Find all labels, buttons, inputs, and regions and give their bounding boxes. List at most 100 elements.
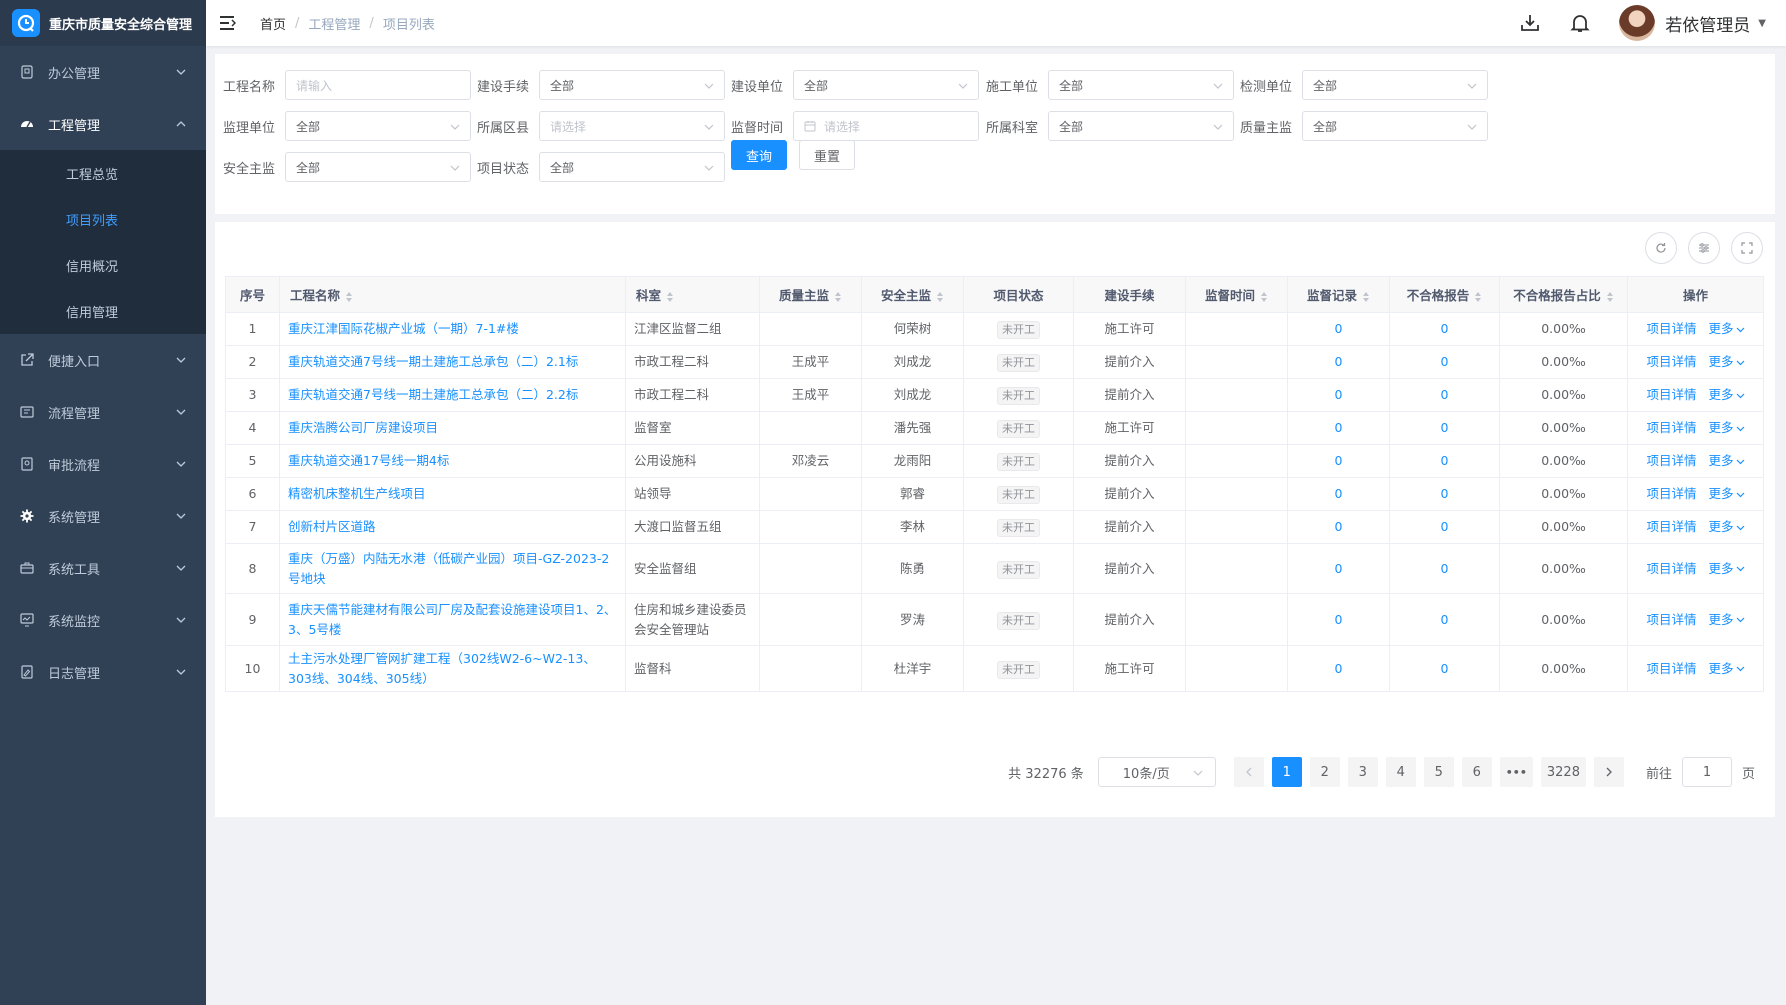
filter-select[interactable]: 全部	[1302, 111, 1488, 141]
failed-reports-link[interactable]: 0	[1441, 387, 1449, 402]
project-name-link[interactable]: 创新村片区道路	[288, 519, 376, 534]
project-name-link[interactable]: 重庆浩腾公司厂房建设项目	[288, 420, 438, 435]
sort-icon[interactable]	[1260, 291, 1268, 303]
sidebar-item[interactable]: 审批流程	[0, 438, 206, 490]
sort-icon[interactable]	[1474, 291, 1482, 303]
column-header[interactable]: 质量主监	[759, 276, 862, 313]
column-header[interactable]: 监督时间	[1185, 276, 1288, 313]
prev-page-button[interactable]	[1233, 757, 1264, 787]
sort-icon[interactable]	[345, 291, 353, 303]
project-detail-link[interactable]: 项目详情	[1646, 519, 1696, 534]
failed-reports-link[interactable]: 0	[1441, 612, 1449, 627]
user-avatar[interactable]	[1619, 5, 1656, 41]
more-actions-dropdown[interactable]: 更多	[1709, 354, 1745, 369]
records-count-link[interactable]: 0	[1335, 661, 1343, 676]
failed-reports-link[interactable]: 0	[1441, 354, 1449, 369]
records-count-link[interactable]: 0	[1335, 321, 1343, 336]
column-header[interactable]: 监督记录	[1287, 276, 1390, 313]
page-number-button[interactable]: 5	[1423, 757, 1454, 787]
column-header[interactable]: 不合格报告占比	[1499, 276, 1628, 313]
project-detail-link[interactable]: 项目详情	[1646, 561, 1696, 576]
sidebar-item[interactable]: 系统管理	[0, 490, 206, 542]
project-detail-link[interactable]: 项目详情	[1646, 420, 1696, 435]
more-actions-dropdown[interactable]: 更多	[1709, 519, 1745, 534]
fullscreen-icon[interactable]	[1731, 232, 1763, 264]
sidebar-item[interactable]: 系统监控	[0, 594, 206, 646]
hamburger-menu-icon[interactable]	[220, 14, 238, 32]
next-page-button[interactable]	[1593, 757, 1624, 787]
records-count-link[interactable]: 0	[1335, 420, 1343, 435]
column-header[interactable]: 不合格报告	[1389, 276, 1500, 313]
project-name-link[interactable]: 重庆天儒节能建材有限公司厂房及配套设施建设项目1、2、3、5号楼	[288, 602, 616, 637]
goto-page-input[interactable]: 1	[1681, 757, 1732, 787]
project-detail-link[interactable]: 项目详情	[1646, 612, 1696, 627]
page-number-button[interactable]: 6	[1461, 757, 1492, 787]
filter-select[interactable]: 全部	[539, 70, 725, 100]
failed-reports-link[interactable]: 0	[1441, 661, 1449, 676]
more-actions-dropdown[interactable]: 更多	[1709, 561, 1745, 576]
column-header[interactable]: 工程名称	[279, 276, 626, 313]
project-detail-link[interactable]: 项目详情	[1646, 354, 1696, 369]
more-actions-dropdown[interactable]: 更多	[1709, 486, 1745, 501]
filter-select[interactable]: 全部	[793, 70, 979, 100]
failed-reports-link[interactable]: 0	[1441, 519, 1449, 534]
download-icon[interactable]	[1519, 12, 1541, 34]
failed-reports-link[interactable]: 0	[1441, 321, 1449, 336]
column-header[interactable]: 安全主监	[861, 276, 964, 313]
more-actions-dropdown[interactable]: 更多	[1709, 387, 1745, 402]
page-number-button[interactable]: 4	[1385, 757, 1416, 787]
records-count-link[interactable]: 0	[1335, 561, 1343, 576]
failed-reports-link[interactable]: 0	[1441, 453, 1449, 468]
records-count-link[interactable]: 0	[1335, 519, 1343, 534]
breadcrumb-project-mgmt[interactable]: 工程管理	[308, 14, 360, 33]
filter-select[interactable]: 全部	[1048, 111, 1234, 141]
filter-select[interactable]: 请选择	[539, 111, 725, 141]
query-button[interactable]: 查询	[731, 140, 787, 170]
filter-select[interactable]: 全部	[285, 111, 471, 141]
project-name-link[interactable]: 重庆轨道交通17号线一期4标	[288, 453, 449, 468]
bell-icon[interactable]	[1569, 12, 1591, 34]
refresh-icon[interactable]	[1645, 232, 1677, 264]
page-number-button[interactable]: 3	[1347, 757, 1378, 787]
project-detail-link[interactable]: 项目详情	[1646, 453, 1696, 468]
reset-button[interactable]: 重置	[799, 140, 855, 170]
sort-icon[interactable]	[834, 291, 842, 303]
more-pages-button[interactable]: •••	[1499, 757, 1533, 787]
sort-icon[interactable]	[1606, 291, 1614, 303]
filter-date-picker[interactable]: 请选择	[793, 111, 979, 141]
project-name-link[interactable]: 土主污水处理厂管网扩建工程（302线W2-6~W2-13、303线、304线、3…	[288, 651, 596, 686]
project-name-link[interactable]: 重庆江津国际花椒产业城（一期）7-1#楼	[288, 321, 519, 336]
sidebar-subitem[interactable]: 工程总览	[0, 150, 206, 196]
filter-select[interactable]: 全部	[285, 152, 471, 182]
more-actions-dropdown[interactable]: 更多	[1709, 612, 1745, 627]
project-detail-link[interactable]: 项目详情	[1646, 321, 1696, 336]
filter-input[interactable]: 请输入	[285, 70, 471, 100]
page-size-select[interactable]: 10条/页	[1097, 757, 1216, 787]
more-actions-dropdown[interactable]: 更多	[1709, 420, 1745, 435]
sidebar-item[interactable]: 工程管理	[0, 98, 206, 150]
column-settings-icon[interactable]	[1688, 232, 1720, 264]
column-header[interactable]: 科室	[625, 276, 760, 313]
records-count-link[interactable]: 0	[1335, 387, 1343, 402]
sidebar-item[interactable]: 系统工具	[0, 542, 206, 594]
page-number-button[interactable]: 1	[1271, 757, 1302, 787]
page-number-button[interactable]: 2	[1309, 757, 1340, 787]
sidebar-item[interactable]: 流程管理	[0, 386, 206, 438]
sidebar-subitem[interactable]: 信用管理	[0, 288, 206, 334]
failed-reports-link[interactable]: 0	[1441, 561, 1449, 576]
project-name-link[interactable]: 重庆轨道交通7号线一期土建施工总承包（二）2.1标	[288, 354, 578, 369]
project-name-link[interactable]: 重庆（万盛）内陆无水港（低碳产业园）项目-GZ-2023-2号地块	[288, 551, 609, 586]
more-actions-dropdown[interactable]: 更多	[1709, 453, 1745, 468]
project-name-link[interactable]: 精密机床整机生产线项目	[288, 486, 426, 501]
more-actions-dropdown[interactable]: 更多	[1709, 661, 1745, 676]
filter-select[interactable]: 全部	[1048, 70, 1234, 100]
records-count-link[interactable]: 0	[1335, 612, 1343, 627]
sidebar-item[interactable]: 日志管理	[0, 646, 206, 698]
project-name-link[interactable]: 重庆轨道交通7号线一期土建施工总承包（二）2.2标	[288, 387, 578, 402]
filter-select[interactable]: 全部	[539, 152, 725, 182]
sidebar-subitem[interactable]: 项目列表	[0, 196, 206, 242]
caret-down-icon[interactable]: ▼	[1758, 18, 1766, 29]
username[interactable]: 若依管理员	[1665, 11, 1750, 36]
breadcrumb-home[interactable]: 首页	[260, 14, 286, 33]
sort-icon[interactable]	[936, 291, 944, 303]
